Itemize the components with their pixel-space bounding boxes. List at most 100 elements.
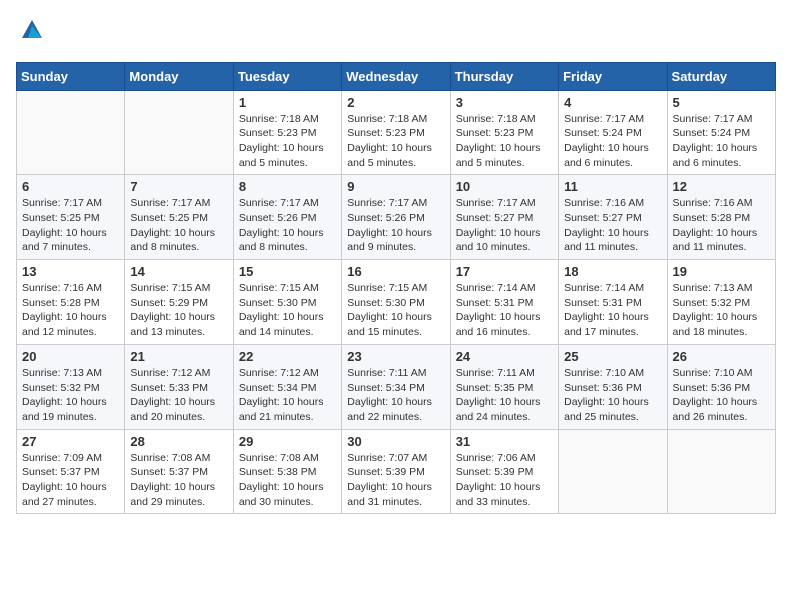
day-info: Sunrise: 7:11 AM Sunset: 5:34 PM Dayligh…	[347, 366, 444, 425]
day-number: 29	[239, 434, 336, 449]
calendar-cell: 29 Sunrise: 7:08 AM Sunset: 5:38 PM Dayli…	[233, 429, 341, 514]
calendar-cell: 10 Sunrise: 7:17 AM Sunset: 5:27 PM Dayli…	[450, 175, 558, 260]
day-info: Sunrise: 7:10 AM Sunset: 5:36 PM Dayligh…	[564, 366, 661, 425]
calendar-cell: 31 Sunrise: 7:06 AM Sunset: 5:39 PM Dayli…	[450, 429, 558, 514]
day-number: 7	[130, 179, 227, 194]
day-info: Sunrise: 7:17 AM Sunset: 5:26 PM Dayligh…	[347, 196, 444, 255]
calendar-cell: 19 Sunrise: 7:13 AM Sunset: 5:32 PM Dayli…	[667, 260, 775, 345]
calendar-cell: 18 Sunrise: 7:14 AM Sunset: 5:31 PM Dayli…	[559, 260, 667, 345]
calendar-cell: 6Sunrise: 7:17 AM Sunset: 5:25 PM Daylig…	[17, 175, 125, 260]
day-info: Sunrise: 7:08 AM Sunset: 5:37 PM Dayligh…	[130, 451, 227, 510]
day-number: 25	[564, 349, 661, 364]
day-number: 10	[456, 179, 553, 194]
calendar-cell: 12 Sunrise: 7:16 AM Sunset: 5:28 PM Dayli…	[667, 175, 775, 260]
day-info: Sunrise: 7:08 AM Sunset: 5:38 PM Dayligh…	[239, 451, 336, 510]
day-info: Sunrise: 7:10 AM Sunset: 5:36 PM Dayligh…	[673, 366, 770, 425]
day-number: 18	[564, 264, 661, 279]
day-number: 27	[22, 434, 119, 449]
day-number: 8	[239, 179, 336, 194]
calendar-cell: 11 Sunrise: 7:16 AM Sunset: 5:27 PM Dayli…	[559, 175, 667, 260]
day-number: 12	[673, 179, 770, 194]
calendar-cell: 4 Sunrise: 7:17 AM Sunset: 5:24 PM Daylig…	[559, 90, 667, 175]
day-number: 23	[347, 349, 444, 364]
day-info: Sunrise: 7:16 AM Sunset: 5:28 PM Dayligh…	[673, 196, 770, 255]
calendar-cell: 3Sunrise: 7:18 AM Sunset: 5:23 PM Daylig…	[450, 90, 558, 175]
day-number: 17	[456, 264, 553, 279]
day-info: Sunrise: 7:18 AM Sunset: 5:23 PM Dayligh…	[456, 112, 553, 171]
day-number: 1	[239, 95, 336, 110]
day-info: Sunrise: 7:14 AM Sunset: 5:31 PM Dayligh…	[456, 281, 553, 340]
day-info: Sunrise: 7:17 AM Sunset: 5:24 PM Dayligh…	[673, 112, 770, 171]
day-info: Sunrise: 7:13 AM Sunset: 5:32 PM Dayligh…	[673, 281, 770, 340]
calendar-cell: 8 Sunrise: 7:17 AM Sunset: 5:26 PM Daylig…	[233, 175, 341, 260]
day-info: Sunrise: 7:11 AM Sunset: 5:35 PM Dayligh…	[456, 366, 553, 425]
logo	[16, 16, 46, 50]
day-info: Sunrise: 7:15 AM Sunset: 5:30 PM Dayligh…	[347, 281, 444, 340]
day-number: 16	[347, 264, 444, 279]
calendar-week-row: 27 Sunrise: 7:09 AM Sunset: 5:37 PM Dayli…	[17, 429, 776, 514]
calendar-cell: 24 Sunrise: 7:11 AM Sunset: 5:35 PM Dayli…	[450, 344, 558, 429]
day-number: 24	[456, 349, 553, 364]
calendar-cell: 17 Sunrise: 7:14 AM Sunset: 5:31 PM Dayli…	[450, 260, 558, 345]
calendar-cell	[125, 90, 233, 175]
day-info: Sunrise: 7:06 AM Sunset: 5:39 PM Dayligh…	[456, 451, 553, 510]
day-info: Sunrise: 7:12 AM Sunset: 5:33 PM Dayligh…	[130, 366, 227, 425]
day-number: 14	[130, 264, 227, 279]
day-info: Sunrise: 7:13 AM Sunset: 5:32 PM Dayligh…	[22, 366, 119, 425]
calendar-cell: 21Sunrise: 7:12 AM Sunset: 5:33 PM Dayli…	[125, 344, 233, 429]
day-info: Sunrise: 7:17 AM Sunset: 5:25 PM Dayligh…	[130, 196, 227, 255]
calendar-cell: 16 Sunrise: 7:15 AM Sunset: 5:30 PM Dayli…	[342, 260, 450, 345]
weekday-header-monday: Monday	[125, 62, 233, 90]
logo-icon	[18, 16, 46, 44]
calendar-cell	[559, 429, 667, 514]
day-info: Sunrise: 7:14 AM Sunset: 5:31 PM Dayligh…	[564, 281, 661, 340]
day-info: Sunrise: 7:18 AM Sunset: 5:23 PM Dayligh…	[347, 112, 444, 171]
day-info: Sunrise: 7:16 AM Sunset: 5:28 PM Dayligh…	[22, 281, 119, 340]
day-number: 31	[456, 434, 553, 449]
day-info: Sunrise: 7:16 AM Sunset: 5:27 PM Dayligh…	[564, 196, 661, 255]
day-number: 22	[239, 349, 336, 364]
weekday-header-thursday: Thursday	[450, 62, 558, 90]
day-info: Sunrise: 7:17 AM Sunset: 5:27 PM Dayligh…	[456, 196, 553, 255]
day-number: 13	[22, 264, 119, 279]
day-info: Sunrise: 7:17 AM Sunset: 5:24 PM Dayligh…	[564, 112, 661, 171]
day-number: 9	[347, 179, 444, 194]
calendar-cell: 28Sunrise: 7:08 AM Sunset: 5:37 PM Dayli…	[125, 429, 233, 514]
calendar-cell: 9 Sunrise: 7:17 AM Sunset: 5:26 PM Daylig…	[342, 175, 450, 260]
day-info: Sunrise: 7:12 AM Sunset: 5:34 PM Dayligh…	[239, 366, 336, 425]
calendar-cell: 22 Sunrise: 7:12 AM Sunset: 5:34 PM Dayli…	[233, 344, 341, 429]
page-header	[16, 16, 776, 50]
calendar-week-row: 13 Sunrise: 7:16 AM Sunset: 5:28 PM Dayli…	[17, 260, 776, 345]
day-info: Sunrise: 7:09 AM Sunset: 5:37 PM Dayligh…	[22, 451, 119, 510]
calendar-cell	[17, 90, 125, 175]
calendar-week-row: 1 Sunrise: 7:18 AM Sunset: 5:23 PM Daylig…	[17, 90, 776, 175]
calendar-cell: 7 Sunrise: 7:17 AM Sunset: 5:25 PM Daylig…	[125, 175, 233, 260]
calendar-cell	[667, 429, 775, 514]
day-number: 5	[673, 95, 770, 110]
day-info: Sunrise: 7:15 AM Sunset: 5:29 PM Dayligh…	[130, 281, 227, 340]
day-number: 19	[673, 264, 770, 279]
weekday-header-row: SundayMondayTuesdayWednesdayThursdayFrid…	[17, 62, 776, 90]
calendar-cell: 2 Sunrise: 7:18 AM Sunset: 5:23 PM Daylig…	[342, 90, 450, 175]
calendar-cell: 15 Sunrise: 7:15 AM Sunset: 5:30 PM Dayli…	[233, 260, 341, 345]
calendar-cell: 23 Sunrise: 7:11 AM Sunset: 5:34 PM Dayli…	[342, 344, 450, 429]
calendar-cell: 1Sunrise: 7:18 AM Sunset: 5:23 PM Daylig…	[233, 90, 341, 175]
day-number: 11	[564, 179, 661, 194]
day-number: 15	[239, 264, 336, 279]
weekday-header-friday: Friday	[559, 62, 667, 90]
day-number: 2	[347, 95, 444, 110]
day-info: Sunrise: 7:17 AM Sunset: 5:26 PM Dayligh…	[239, 196, 336, 255]
weekday-header-sunday: Sunday	[17, 62, 125, 90]
calendar-cell: 5 Sunrise: 7:17 AM Sunset: 5:24 PM Daylig…	[667, 90, 775, 175]
calendar-cell: 30Sunrise: 7:07 AM Sunset: 5:39 PM Dayli…	[342, 429, 450, 514]
day-info: Sunrise: 7:15 AM Sunset: 5:30 PM Dayligh…	[239, 281, 336, 340]
weekday-header-tuesday: Tuesday	[233, 62, 341, 90]
weekday-header-saturday: Saturday	[667, 62, 775, 90]
calendar-cell: 14 Sunrise: 7:15 AM Sunset: 5:29 PM Dayli…	[125, 260, 233, 345]
calendar-week-row: 6Sunrise: 7:17 AM Sunset: 5:25 PM Daylig…	[17, 175, 776, 260]
day-number: 4	[564, 95, 661, 110]
day-info: Sunrise: 7:17 AM Sunset: 5:25 PM Dayligh…	[22, 196, 119, 255]
calendar-cell: 13 Sunrise: 7:16 AM Sunset: 5:28 PM Dayli…	[17, 260, 125, 345]
calendar-cell: 25 Sunrise: 7:10 AM Sunset: 5:36 PM Dayli…	[559, 344, 667, 429]
calendar-table: SundayMondayTuesdayWednesdayThursdayFrid…	[16, 62, 776, 515]
